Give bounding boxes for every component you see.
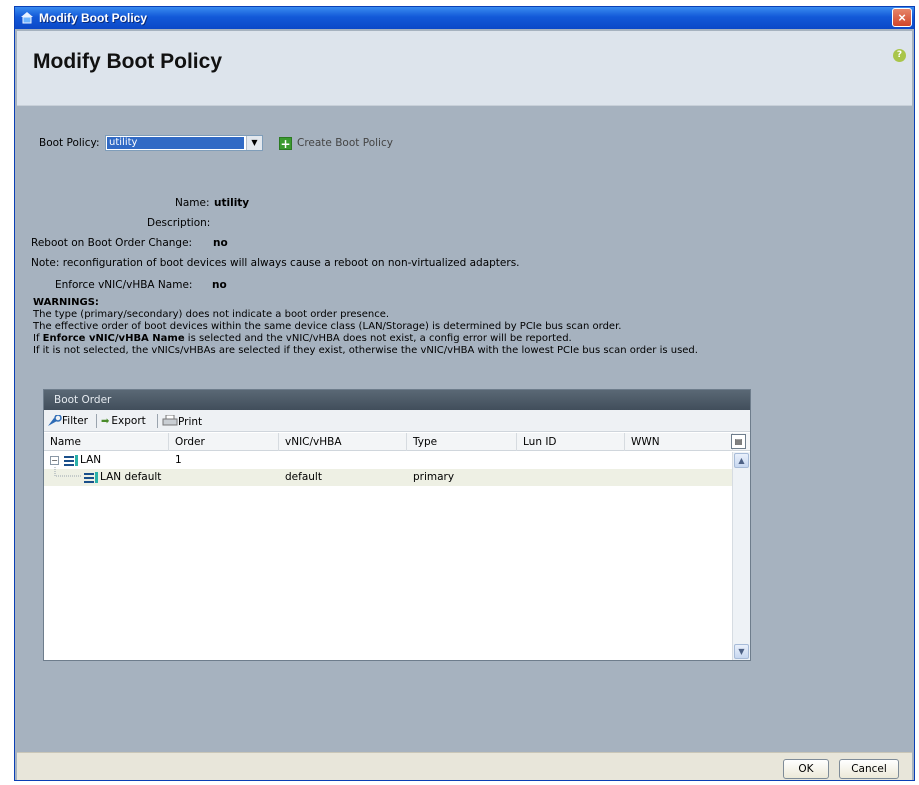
warning-line: The effective order of boot devices with… bbox=[33, 321, 622, 332]
toolbar-divider bbox=[96, 414, 97, 428]
warning-emphasis: Enforce vNIC/vHBA Name bbox=[42, 333, 185, 344]
reboot-label: Reboot on Boot Order Change: bbox=[31, 237, 193, 249]
column-header-wwn[interactable]: WWN bbox=[625, 433, 733, 451]
boot-order-toolbar: Filter ➡ Export Print bbox=[44, 410, 750, 432]
table-row[interactable]: − LAN 1 bbox=[44, 452, 732, 469]
boot-order-table-body: − LAN 1 LAN default default primary bbox=[44, 452, 732, 660]
print-label: Print bbox=[178, 416, 203, 428]
note-text: Note: reconfiguration of boot devices wi… bbox=[31, 257, 520, 269]
collapse-icon[interactable]: − bbox=[50, 456, 59, 465]
title-bar[interactable]: Modify Boot Policy × bbox=[15, 7, 914, 29]
column-chooser-icon[interactable]: ▤ bbox=[731, 434, 746, 449]
warning-text: is selected and the vNIC/vHBA does not e… bbox=[184, 333, 572, 344]
column-header-vnic-vhba[interactable]: vNIC/vHBA bbox=[279, 433, 407, 451]
boot-policy-select[interactable]: utility ▼ bbox=[105, 135, 263, 151]
boot-order-table-header: Name Order vNIC/vHBA Type Lun ID WWN ▤ bbox=[44, 433, 750, 451]
window-title: Modify Boot Policy bbox=[39, 11, 147, 25]
filter-button[interactable]: Filter bbox=[48, 414, 89, 427]
column-header-type[interactable]: Type bbox=[407, 433, 517, 451]
warning-line: If it is not selected, the vNICs/vHBAs a… bbox=[33, 345, 698, 356]
warning-line: The type (primary/secondary) does not in… bbox=[33, 309, 390, 320]
cell-name: LAN bbox=[80, 454, 102, 466]
column-header-name[interactable]: Name bbox=[44, 433, 169, 451]
warning-line: If Enforce vNIC/vHBA Name is selected an… bbox=[33, 333, 572, 344]
description-label: Description: bbox=[147, 217, 211, 229]
ok-button[interactable]: OK bbox=[783, 759, 829, 779]
export-button[interactable]: ➡ Export bbox=[101, 415, 146, 427]
print-button[interactable]: Print bbox=[162, 414, 203, 428]
toolbar-divider bbox=[157, 414, 158, 428]
column-header-order[interactable]: Order bbox=[169, 433, 279, 451]
boot-order-title: Boot Order bbox=[44, 390, 750, 410]
enforce-label: Enforce vNIC/vHBA Name: bbox=[55, 279, 193, 291]
warnings-heading: WARNINGS: bbox=[33, 297, 99, 308]
cell-vnic: default bbox=[285, 471, 322, 483]
name-value: utility bbox=[214, 197, 250, 209]
dialog-footer: OK Cancel bbox=[17, 752, 912, 780]
warning-text: If bbox=[33, 333, 43, 344]
cell-order: 1 bbox=[175, 454, 182, 466]
column-header-lun-id[interactable]: Lun ID bbox=[517, 433, 625, 451]
app-icon bbox=[21, 12, 33, 24]
help-icon[interactable]: ? bbox=[893, 49, 906, 62]
export-icon: ➡ bbox=[101, 416, 110, 427]
name-label: Name: bbox=[175, 197, 210, 209]
lan-icon bbox=[64, 455, 78, 466]
reboot-value: no bbox=[213, 237, 228, 249]
cell-type: primary bbox=[413, 471, 455, 483]
boot-policy-selected-value: utility bbox=[107, 137, 244, 149]
cell-name: LAN default bbox=[100, 471, 162, 483]
filter-icon bbox=[48, 414, 62, 426]
create-boot-policy-link[interactable]: Create Boot Policy bbox=[297, 137, 393, 149]
printer-icon bbox=[162, 414, 178, 426]
filter-label: Filter bbox=[62, 415, 89, 427]
lan-icon bbox=[84, 472, 98, 483]
page-title: Modify Boot Policy bbox=[33, 50, 222, 73]
chevron-down-icon[interactable]: ▼ bbox=[246, 136, 262, 150]
tree-connector-icon bbox=[54, 467, 81, 477]
table-row[interactable]: LAN default default primary bbox=[44, 467, 732, 486]
enforce-value: no bbox=[212, 279, 227, 291]
boot-policy-label: Boot Policy: bbox=[39, 137, 100, 149]
boot-order-panel: Boot Order Filter ➡ Export Print Name Ord… bbox=[43, 389, 751, 661]
export-label: Export bbox=[111, 415, 146, 427]
vertical-scrollbar[interactable]: ▲ ▼ bbox=[732, 452, 750, 660]
add-icon[interactable]: + bbox=[279, 137, 292, 150]
modify-boot-policy-dialog: Modify Boot Policy × Modify Boot Policy … bbox=[14, 6, 915, 781]
scroll-up-icon[interactable]: ▲ bbox=[734, 453, 749, 468]
scroll-down-icon[interactable]: ▼ bbox=[734, 644, 749, 659]
cancel-button[interactable]: Cancel bbox=[839, 759, 899, 779]
header-panel: Modify Boot Policy ? bbox=[17, 31, 912, 106]
close-button[interactable]: × bbox=[892, 8, 912, 27]
